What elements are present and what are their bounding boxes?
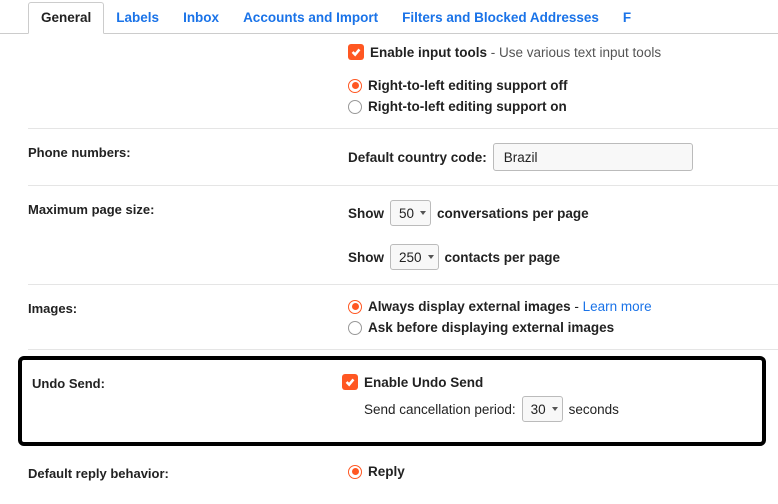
reply-label: Reply — [368, 464, 405, 479]
rtl-off-radio[interactable] — [348, 79, 362, 93]
tab-forwarding-partial[interactable]: F — [611, 3, 643, 33]
enable-input-tools-checkbox[interactable] — [348, 44, 364, 60]
images-always-label: Always display external images — [368, 299, 571, 314]
check-icon — [344, 376, 356, 388]
reply-section-label: Default reply behavior: — [28, 464, 348, 481]
undo-send-highlight: Undo Send: Enable Undo Send Send cancell… — [18, 356, 766, 446]
conv-suffix: conversations per page — [437, 206, 589, 221]
section-images: Images: Always display external images -… — [28, 285, 778, 350]
conv-show-prefix: Show — [348, 206, 384, 221]
images-learn-more-link[interactable]: Learn more — [583, 299, 652, 314]
cancellation-period-suffix: seconds — [569, 402, 619, 417]
conversations-per-page-dropdown[interactable]: 50 — [390, 200, 431, 226]
settings-content: Enable input tools - Use various text in… — [0, 34, 778, 350]
undo-section-label: Undo Send: — [32, 374, 342, 422]
settings-tabs: General Labels Inbox Accounts and Import… — [0, 0, 778, 34]
reply-radio[interactable] — [348, 465, 362, 479]
contacts-per-page-dropdown[interactable]: 250 — [390, 244, 439, 270]
images-ask-radio[interactable] — [348, 321, 362, 335]
enable-undo-send-checkbox[interactable] — [342, 374, 358, 390]
section-language-partial: Enable input tools - Use various text in… — [28, 34, 778, 129]
input-tools-row: Enable input tools - Use various text in… — [348, 44, 778, 60]
tab-general[interactable]: General — [28, 2, 104, 34]
rtl-off-label: Right-to-left editing support off — [368, 78, 567, 93]
country-code-dropdown[interactable]: Brazil — [493, 143, 693, 171]
check-icon — [350, 46, 362, 58]
contacts-show-prefix: Show — [348, 250, 384, 265]
tab-accounts[interactable]: Accounts and Import — [231, 3, 390, 33]
tab-filters[interactable]: Filters and Blocked Addresses — [390, 3, 611, 33]
enable-undo-send-label: Enable Undo Send — [364, 375, 483, 390]
cancellation-period-dropdown[interactable]: 30 — [522, 396, 563, 422]
tab-inbox[interactable]: Inbox — [171, 3, 231, 33]
country-code-label: Default country code: — [348, 150, 487, 165]
phone-section-label: Phone numbers: — [28, 143, 348, 171]
section-page-size: Maximum page size: Show 50 conversations… — [28, 186, 778, 285]
rtl-on-label: Right-to-left editing support on — [368, 99, 567, 114]
section-undo-send: Undo Send: Enable Undo Send Send cancell… — [32, 370, 762, 426]
images-section-label: Images: — [28, 299, 348, 335]
section-reply-behavior-partial: Default reply behavior: Reply — [28, 452, 778, 481]
country-code-value: Brazil — [504, 150, 538, 165]
contacts-suffix: contacts per page — [445, 250, 561, 265]
caret-down-icon — [552, 407, 558, 411]
enable-input-tools-desc: - Use various text input tools — [487, 45, 661, 60]
enable-input-tools-label: Enable input tools — [370, 45, 487, 60]
caret-down-icon — [420, 211, 426, 215]
caret-down-icon — [428, 255, 434, 259]
cancellation-period-label: Send cancellation period: — [364, 402, 516, 417]
rtl-on-radio[interactable] — [348, 100, 362, 114]
images-always-radio[interactable] — [348, 300, 362, 314]
page-size-section-label: Maximum page size: — [28, 200, 348, 270]
images-ask-label: Ask before displaying external images — [368, 320, 614, 335]
tab-labels[interactable]: Labels — [104, 3, 171, 33]
section-phone: Phone numbers: Default country code: Bra… — [28, 129, 778, 186]
rtl-off-row: Right-to-left editing support off — [348, 78, 778, 93]
rtl-on-row: Right-to-left editing support on — [348, 99, 778, 114]
